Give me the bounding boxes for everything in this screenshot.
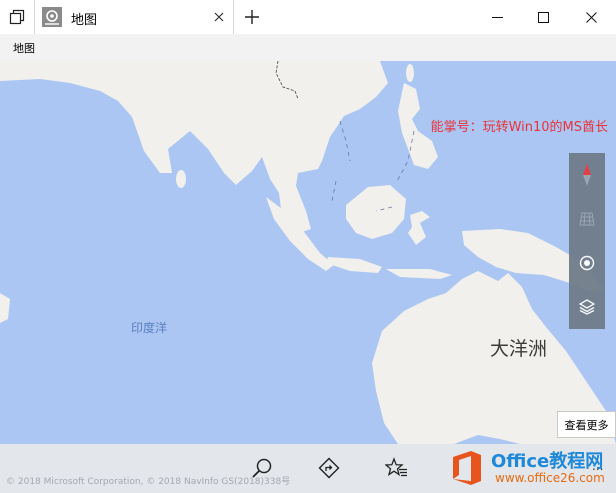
layers-icon xyxy=(579,299,595,315)
search-icon xyxy=(252,458,272,478)
directions-button[interactable] xyxy=(313,452,345,484)
brand-name: Office教程网 xyxy=(491,451,604,472)
office-logo-icon xyxy=(453,451,481,485)
new-tab-button[interactable] xyxy=(240,5,264,29)
brand-url: www.office26.com xyxy=(495,471,605,485)
maximize-icon xyxy=(537,11,549,23)
plus-icon xyxy=(245,10,259,24)
region-label: 大洋洲 xyxy=(490,338,548,360)
map-canvas[interactable]: 能掌号：玩转Win10的MS酋长 印度洋 大洋洲 xyxy=(0,61,616,444)
minimize-button[interactable] xyxy=(474,0,520,34)
maps-app-icon xyxy=(42,7,62,27)
map-controls xyxy=(569,153,605,329)
maximize-button[interactable] xyxy=(520,0,566,34)
taiwan xyxy=(406,64,414,82)
location-icon xyxy=(579,255,595,271)
africa-edge xyxy=(0,293,10,323)
directions-icon xyxy=(318,457,340,479)
sri-lanka xyxy=(176,170,186,188)
brand-watermark: Office教程网 www.office26.com xyxy=(445,445,613,491)
close-window-button[interactable] xyxy=(566,0,616,34)
close-icon xyxy=(585,11,597,23)
tab-list-button[interactable] xyxy=(0,0,34,34)
see-more-button[interactable]: 查看更多 xyxy=(557,411,616,438)
sulawesi xyxy=(408,211,430,245)
favorites-button[interactable] xyxy=(381,452,413,484)
close-tab-button[interactable] xyxy=(211,9,227,25)
3d-buildings-button[interactable] xyxy=(569,197,605,241)
app-title: 地图 xyxy=(13,42,35,55)
search-button[interactable] xyxy=(246,452,278,484)
layers-button[interactable] xyxy=(569,285,605,329)
lesser-sunda xyxy=(386,269,452,279)
favorites-icon xyxy=(385,457,407,477)
close-icon xyxy=(214,12,224,22)
minimize-icon xyxy=(491,16,503,18)
asia-landmass xyxy=(0,61,388,232)
tab-list-icon xyxy=(9,9,25,25)
3d-buildings-icon xyxy=(579,212,595,226)
borneo xyxy=(346,185,406,239)
location-button[interactable] xyxy=(569,241,605,285)
compass-icon xyxy=(583,164,591,186)
watermark: 能掌号：玩转Win10的MS酋长 xyxy=(430,120,608,135)
tab-maps[interactable]: 地图 xyxy=(34,0,234,34)
title-bar: 地图 xyxy=(0,0,616,35)
tab-title: 地图 xyxy=(71,13,98,28)
ocean-label: 印度洋 xyxy=(131,321,168,335)
hainan xyxy=(343,100,357,110)
compass-button[interactable] xyxy=(569,153,605,197)
app-header: 地图 xyxy=(0,34,616,61)
java xyxy=(326,257,382,273)
